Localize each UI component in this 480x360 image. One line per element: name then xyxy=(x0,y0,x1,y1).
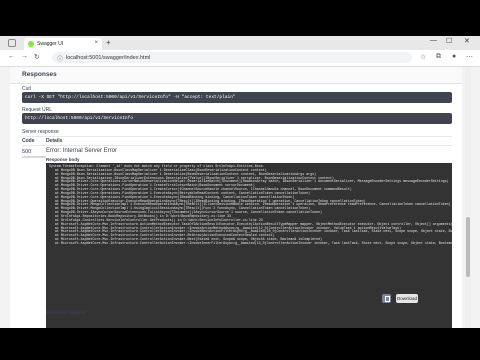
undocumented-label: Undocumented xyxy=(22,155,46,159)
request-url: http://localhost:5000/api/v1/ServiceInfo xyxy=(25,116,134,121)
forward-icon[interactable]: → xyxy=(21,53,28,60)
response-body-line: at Microsoft.AspNetCore.Mvc.Infrastructu… xyxy=(49,240,452,245)
response-headers-label: Response headers xyxy=(46,310,87,315)
url-text: localhost:5001/swagger/index.html xyxy=(66,54,151,61)
response-body[interactable]: System.FormatException: Element '_id' do… xyxy=(46,163,452,328)
profile-icon[interactable]: ● xyxy=(452,53,456,60)
copy-icon[interactable] xyxy=(382,294,391,303)
browser-window: Swagger UI × + — ☐ ✕ ← → ↻ ⓘ localhost:5… xyxy=(0,36,480,328)
new-tab-button[interactable]: + xyxy=(106,38,111,47)
scrollbar-thumb[interactable] xyxy=(466,217,470,277)
responses-title: Responses xyxy=(22,71,57,78)
tab-title: Swagger UI xyxy=(37,41,64,47)
response-headers-box[interactable] xyxy=(46,316,452,328)
swagger-favicon-icon xyxy=(28,41,34,47)
curl-box[interactable]: curl -X GET "http://localhost:5000/api/v… xyxy=(22,92,452,103)
swagger-page: Responses Curl curl -X GET "http://local… xyxy=(10,67,462,328)
info-icon[interactable]: ⓘ xyxy=(57,54,63,63)
download-button[interactable]: Download xyxy=(396,294,418,303)
responses-header: Responses xyxy=(10,67,462,84)
tab-actions-icon[interactable] xyxy=(8,39,16,47)
server-response-label: Server response xyxy=(22,129,59,135)
maximize-icon[interactable]: ☐ xyxy=(446,37,452,45)
minimize-icon[interactable]: — xyxy=(430,37,437,44)
divider xyxy=(22,145,452,146)
url-field[interactable]: ⓘ localhost:5001/swagger/index.html xyxy=(52,52,412,63)
menu-icon[interactable]: ⋯ xyxy=(466,53,473,61)
details-header: Details xyxy=(46,138,63,144)
request-url-box[interactable]: http://localhost:5000/api/v1/ServiceInfo xyxy=(22,113,452,124)
back-icon[interactable]: ← xyxy=(8,53,15,60)
page-scrollbar[interactable] xyxy=(465,67,471,328)
collections-icon[interactable]: ⧉ xyxy=(436,53,441,61)
error-title: Error: Internal Server Error xyxy=(46,148,118,154)
code-header: Code xyxy=(22,138,35,144)
favorites-icon[interactable]: ☆ xyxy=(420,53,426,61)
close-tab-icon[interactable]: × xyxy=(94,40,98,46)
close-window-icon[interactable]: ✕ xyxy=(464,37,470,45)
tab-swagger[interactable]: Swagger UI × xyxy=(24,38,102,50)
divider xyxy=(22,136,452,137)
response-body-text: System.FormatException: Element '_id' do… xyxy=(49,164,452,246)
tab-strip: Swagger UI × + — ☐ ✕ xyxy=(0,36,480,50)
response-body-label: Response body xyxy=(46,157,80,162)
curl-command: curl -X GET "http://localhost:5000/api/v… xyxy=(25,95,236,100)
refresh-icon[interactable]: ↻ xyxy=(34,53,40,61)
address-bar: ← → ↻ ⓘ localhost:5001/swagger/index.htm… xyxy=(0,50,480,67)
